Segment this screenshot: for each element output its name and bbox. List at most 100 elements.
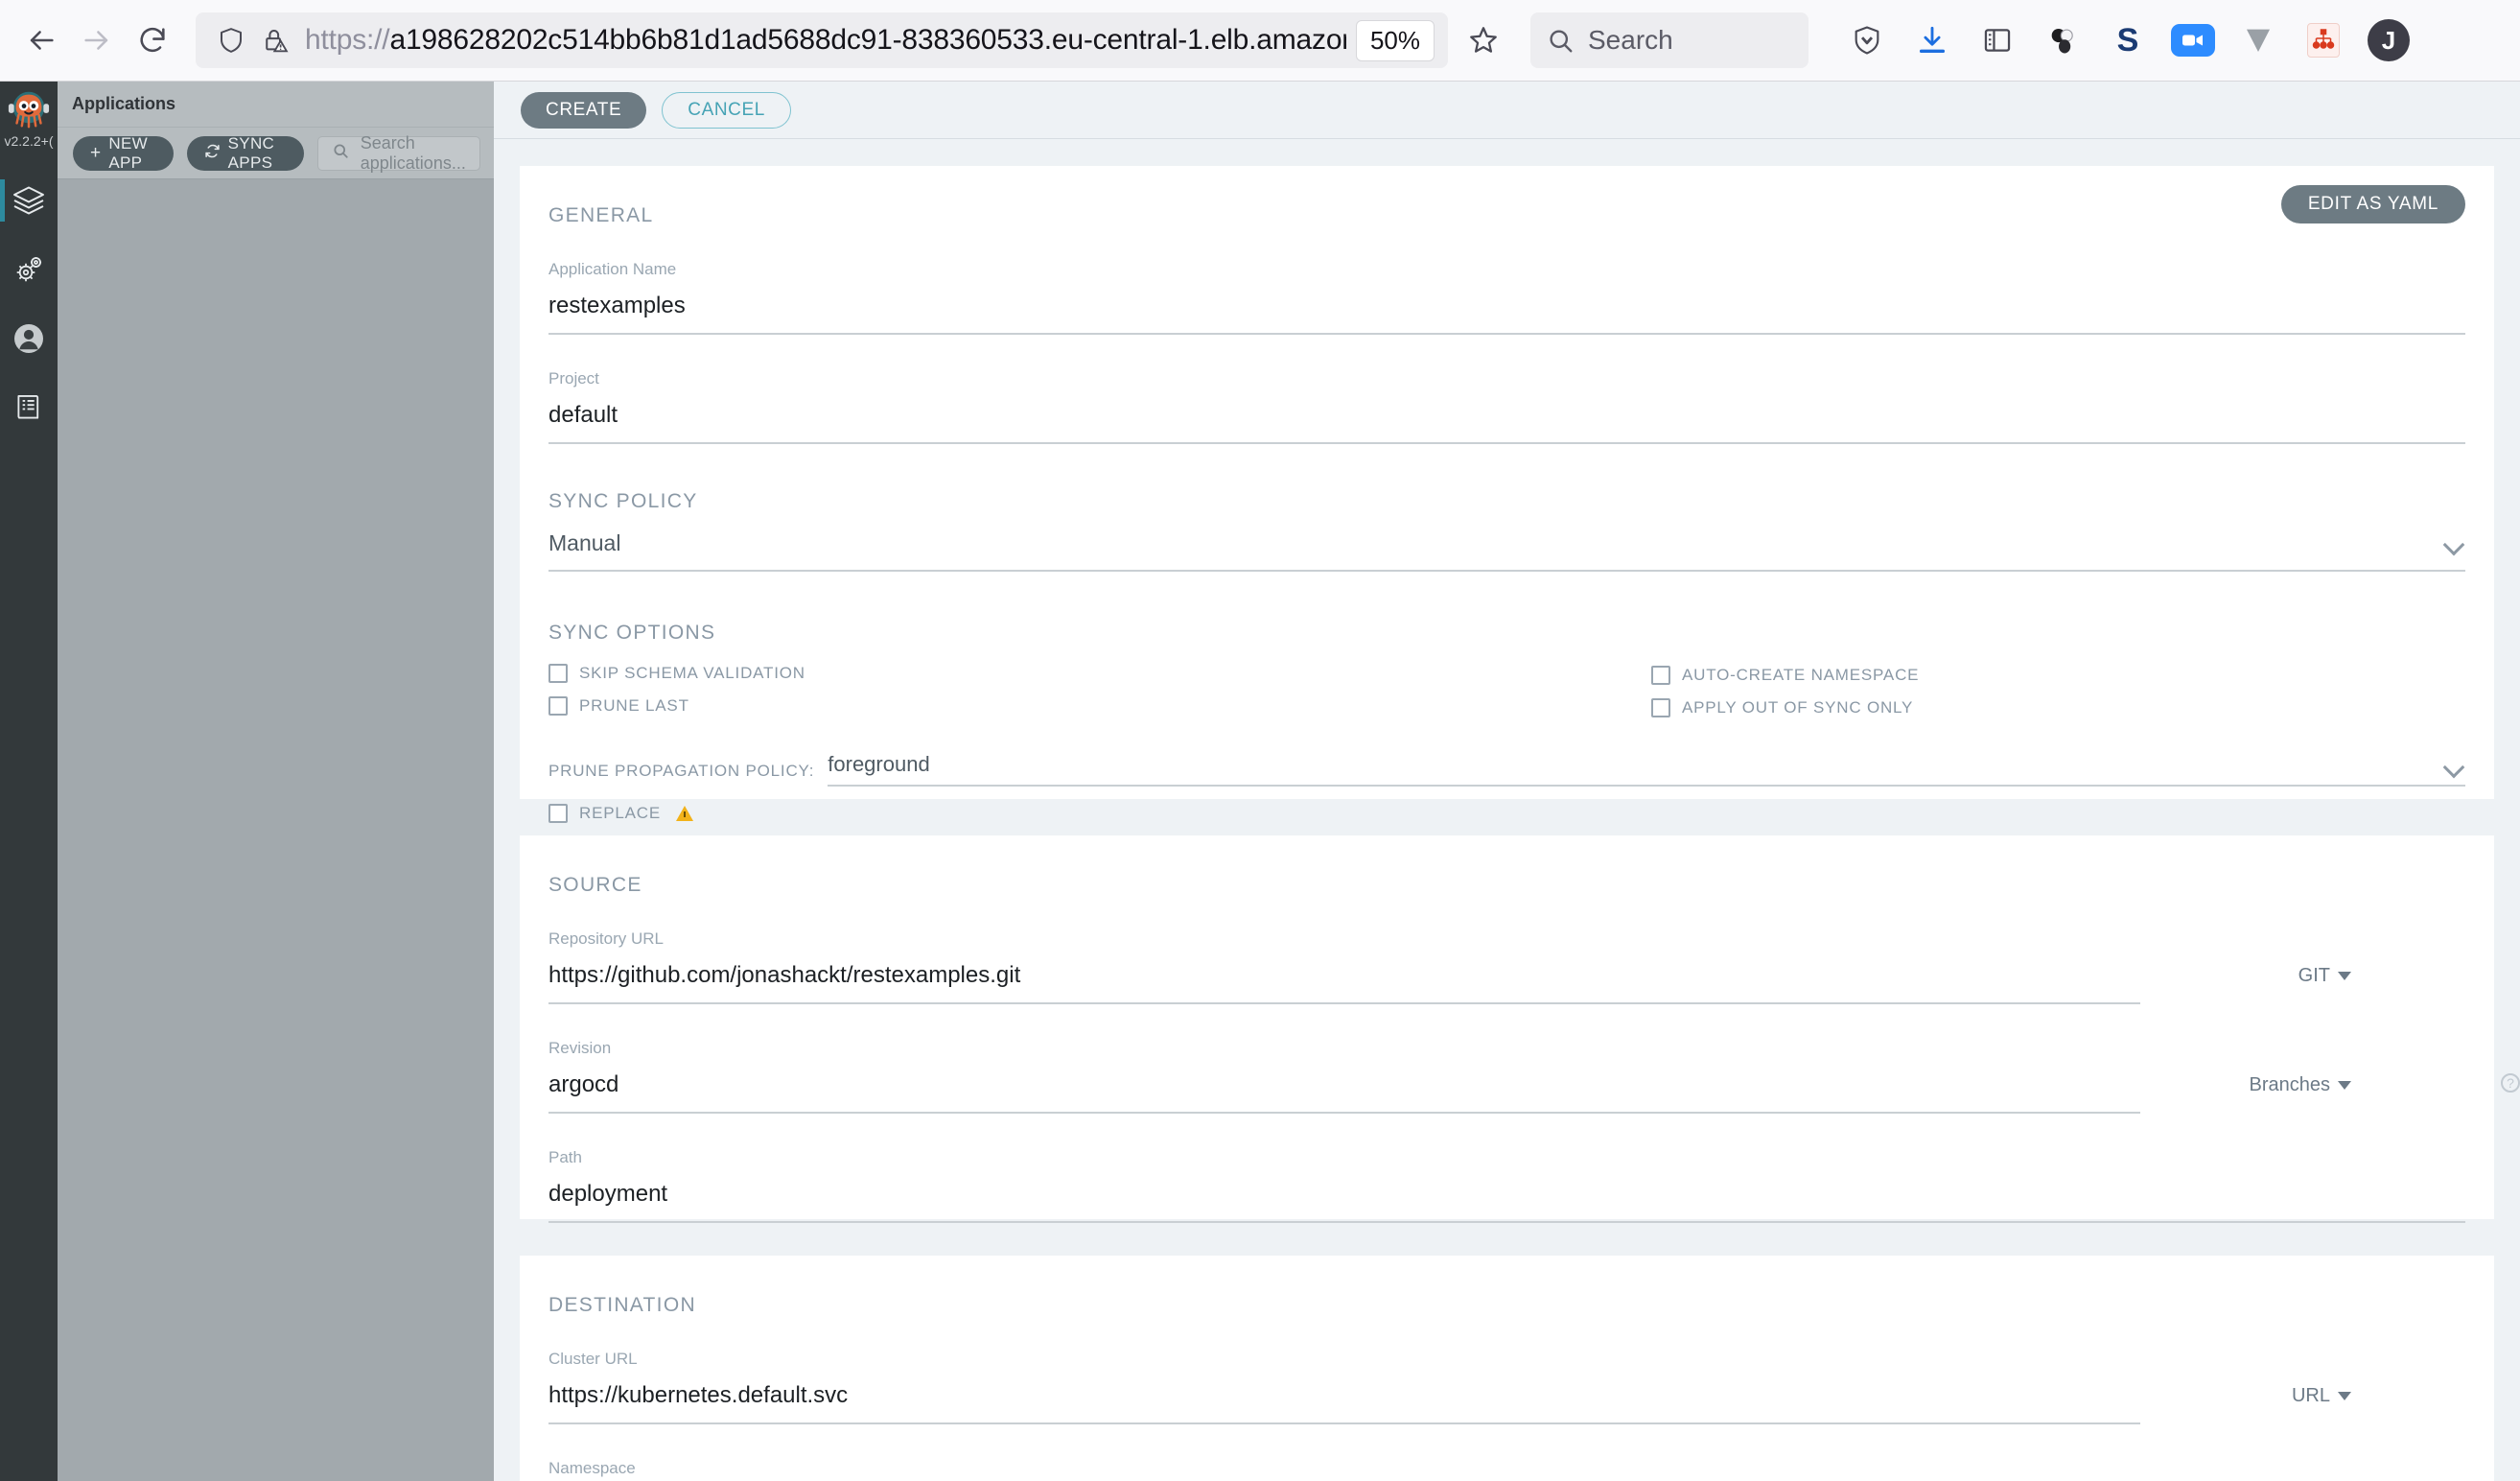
page-title: Applications bbox=[72, 94, 176, 113]
bookmark-star-icon[interactable] bbox=[1456, 12, 1511, 68]
application-name-label: Application Name bbox=[548, 260, 677, 278]
reload-button[interactable] bbox=[125, 12, 180, 68]
general-section-title: GENERAL bbox=[548, 204, 654, 226]
ublock-origin-icon[interactable] bbox=[1839, 12, 1895, 68]
url-text: https://a198628202c514bb6b81d1ad5688dc91… bbox=[305, 24, 1346, 57]
downloads-icon[interactable] bbox=[1904, 12, 1960, 68]
source-section-title: SOURCE bbox=[548, 874, 642, 896]
cluster-type-select[interactable]: URL bbox=[2292, 1385, 2351, 1407]
checkbox[interactable] bbox=[548, 696, 568, 716]
sitemap-extension-icon[interactable] bbox=[2296, 12, 2351, 68]
search-icon bbox=[332, 142, 349, 164]
cluster-url-field[interactable]: Cluster URL https://kubernetes.default.s… bbox=[548, 1350, 2351, 1424]
browser-search-placeholder: Search bbox=[1588, 25, 1673, 55]
project-field[interactable]: Project default bbox=[548, 369, 2465, 444]
skip-schema-validation-option[interactable]: SKIP SCHEMA VALIDATION bbox=[548, 664, 1651, 683]
lock-warning-icon[interactable] bbox=[253, 18, 297, 62]
search-applications-placeholder: Search applications... bbox=[360, 132, 466, 173]
revision-value[interactable]: argocd bbox=[548, 1071, 2140, 1114]
revision-type-value: Branches bbox=[2249, 1074, 2331, 1095]
prune-propagation-policy-row[interactable]: PRUNE PROPAGATION POLICY: foreground bbox=[548, 752, 2465, 787]
auto-create-namespace-option[interactable]: AUTO-CREATE NAMESPACE bbox=[1651, 666, 2465, 685]
argocd-version: v2.2.2+( bbox=[4, 133, 54, 149]
namespace-field[interactable]: Namespace default bbox=[548, 1459, 2465, 1481]
address-bar[interactable]: https://a198628202c514bb6b81d1ad5688dc91… bbox=[196, 12, 1448, 68]
sidebar-item-applications[interactable] bbox=[0, 166, 58, 235]
sidebar-item-documentation[interactable] bbox=[0, 373, 58, 442]
path-label: Path bbox=[548, 1148, 582, 1166]
sidebar-item-user-info[interactable] bbox=[0, 304, 58, 373]
repository-type-value: GIT bbox=[2298, 965, 2330, 986]
extension-toolbar: S J bbox=[1839, 12, 2416, 68]
chevron-down-icon bbox=[2442, 756, 2465, 779]
sync-policy-select[interactable]: Manual bbox=[548, 530, 2465, 572]
auto-create-namespace-label: AUTO-CREATE NAMESPACE bbox=[1682, 666, 1920, 684]
application-name-field[interactable]: Application Name restexamples bbox=[548, 260, 2465, 335]
caret-down-icon bbox=[2338, 972, 2351, 980]
cluster-url-value[interactable]: https://kubernetes.default.svc bbox=[548, 1382, 2140, 1424]
revision-field[interactable]: Revision argocd Branches ? bbox=[548, 1039, 2520, 1114]
revision-label: Revision bbox=[548, 1039, 612, 1057]
chevron-down-icon bbox=[2442, 533, 2465, 556]
apply-out-of-sync-only-option[interactable]: APPLY OUT OF SYNC ONLY bbox=[1651, 698, 2465, 717]
search-applications-input[interactable]: Search applications... bbox=[316, 132, 480, 173]
forward-button[interactable] bbox=[69, 12, 125, 68]
url-host: a198628202c514bb6b81d1ad5688dc91-8383605… bbox=[389, 24, 1346, 56]
shield-icon[interactable] bbox=[209, 18, 253, 62]
caret-down-icon bbox=[2338, 1081, 2351, 1090]
checkbox[interactable] bbox=[548, 804, 568, 823]
argocd-app: v2.2.2+(Applications + NEW APP SYNC APP… bbox=[0, 82, 2520, 1481]
destination-card: DESTINATION Cluster URL https://kubernet… bbox=[520, 1256, 2494, 1481]
path-field[interactable]: Path deployment bbox=[548, 1148, 2465, 1223]
repository-url-value[interactable]: https://github.com/jonashackt/restexampl… bbox=[548, 962, 2140, 1004]
form-action-bar: CREATE CANCEL bbox=[494, 82, 2520, 139]
checkbox[interactable] bbox=[548, 664, 568, 683]
prune-propagation-policy-label: PRUNE PROPAGATION POLICY: bbox=[548, 762, 815, 780]
firefox-account-avatar[interactable]: J bbox=[2361, 12, 2416, 68]
url-scheme: https:// bbox=[305, 24, 390, 56]
browser-search-bar[interactable]: Search bbox=[1530, 12, 1808, 68]
back-button[interactable] bbox=[13, 12, 69, 68]
sync-options-right-column: AUTO-CREATE NAMESPACE APPLY OUT OF SYNC … bbox=[1651, 664, 2465, 731]
gears-icon bbox=[16, 256, 42, 282]
argo-octopus-logo[interactable] bbox=[7, 87, 51, 131]
sync-policy-section-title: SYNC POLICY bbox=[548, 490, 698, 512]
revision-help-icon[interactable]: ? bbox=[2501, 1073, 2520, 1093]
repository-type-select[interactable]: GIT bbox=[2298, 965, 2351, 987]
repository-url-field[interactable]: Repository URL https://github.com/jonash… bbox=[548, 929, 2351, 1004]
prune-propagation-policy-select[interactable]: foreground bbox=[828, 752, 2465, 787]
applications-toolbar: + NEW APP SYNC APPS Search applications.… bbox=[58, 128, 494, 179]
new-app-button[interactable]: + NEW APP bbox=[73, 134, 174, 172]
simplify-extension-icon[interactable]: S bbox=[2100, 12, 2156, 68]
vimium-extension-icon[interactable] bbox=[2230, 12, 2286, 68]
prune-last-option[interactable]: PRUNE LAST bbox=[548, 696, 1651, 716]
zoom-level-badge[interactable]: 50% bbox=[1355, 19, 1435, 61]
sidebar-toggle-icon[interactable] bbox=[1970, 12, 2025, 68]
zoom-extension-icon[interactable] bbox=[2165, 12, 2221, 68]
sidebar-item-settings[interactable] bbox=[0, 235, 58, 304]
cluster-url-label: Cluster URL bbox=[548, 1350, 638, 1368]
revision-type-select[interactable]: Branches bbox=[2249, 1074, 2351, 1096]
checkbox[interactable] bbox=[1651, 666, 1670, 685]
source-card: SOURCE Repository URL https://github.com… bbox=[520, 835, 2520, 1223]
path-value[interactable]: deployment bbox=[548, 1181, 2465, 1223]
chess-extension-icon[interactable] bbox=[2035, 12, 2090, 68]
sync-apps-button[interactable]: SYNC APPS bbox=[186, 134, 304, 172]
sync-options-grid: SKIP SCHEMA VALIDATION PRUNE LAST AUTO-C… bbox=[548, 664, 2465, 731]
create-button[interactable]: CREATE bbox=[521, 91, 647, 129]
caret-down-icon bbox=[2338, 1392, 2351, 1400]
warning-triangle-icon bbox=[675, 806, 693, 821]
edit-as-yaml-button[interactable]: EDIT AS YAML bbox=[2280, 185, 2465, 223]
apply-out-of-sync-only-label: APPLY OUT OF SYNC ONLY bbox=[1682, 698, 1914, 717]
sync-icon bbox=[204, 143, 221, 164]
cluster-type-value: URL bbox=[2291, 1385, 2330, 1406]
replace-option[interactable]: REPLACE bbox=[548, 804, 2465, 823]
applications-pane-dimmed: Applications + NEW APP SYNC APPS Search … bbox=[58, 82, 494, 1481]
applications-header: Applications bbox=[58, 82, 494, 128]
application-name-value[interactable]: restexamples bbox=[548, 293, 2465, 335]
checkbox[interactable] bbox=[1651, 698, 1670, 717]
skip-schema-validation-label: SKIP SCHEMA VALIDATION bbox=[579, 664, 805, 682]
project-value[interactable]: default bbox=[548, 402, 2465, 444]
cancel-button[interactable]: CANCEL bbox=[662, 91, 791, 129]
form-scroll-area: EDIT AS YAML GENERAL Application Name re… bbox=[494, 166, 2520, 1481]
